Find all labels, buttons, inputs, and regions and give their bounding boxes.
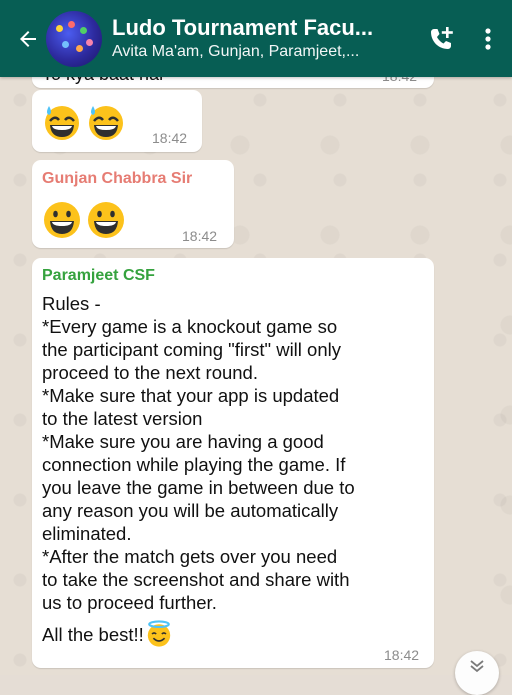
message-bubble[interactable]: Paramjeet CSF Rules - *Every game is a k… [32,258,434,668]
chat-title: Ludo Tournament Facu... [112,14,374,40]
scroll-to-bottom-button[interactable] [455,651,499,695]
closing-line: All the best!! [42,623,144,645]
message-time: 18:42 [152,130,188,146]
grinning-sweat-face-icon [45,106,79,140]
message-line: to take the screenshot and share with [42,569,350,590]
back-arrow-icon[interactable] [14,25,42,53]
message-line: the participant coming "first" will only [42,339,341,360]
message-time: 18:42 [182,228,218,244]
message-line: *Make sure you are having a good [42,431,324,452]
group-avatar[interactable] [46,10,102,67]
smiling-face-with-halo-icon [147,620,171,647]
more-vert-icon[interactable] [478,22,498,56]
message-time: 18:42 [384,647,420,663]
message-line: *Make sure that your app is updated [42,385,340,406]
sender-name[interactable]: Paramjeet CSF [42,267,155,285]
chat-header: Ludo Tournament Facu... Avita Ma'am, Gun… [0,0,512,77]
chat-participants: Avita Ma'am, Gunjan, Paramjeet,... [112,42,360,60]
chat-title-block[interactable]: Ludo Tournament Facu... Avita Ma'am, Gun… [112,15,424,63]
message-line: us to proceed further. [42,592,217,613]
message-line: to the latest version [42,408,203,429]
message-bubble[interactable]: 18:42 [32,90,202,152]
add-call-icon[interactable] [424,22,458,56]
message-line: *After the match gets over you need [42,546,338,567]
message-line: *Every game is a knockout game so [42,316,338,337]
grinning-face-icon [88,202,124,238]
grinning-face-icon [44,202,80,238]
message-line: Rules - [42,293,101,314]
message-line: proceed to the next round. [42,362,258,383]
message-line: eliminated. [42,523,132,544]
message-text: Rules - *Every game is a knockout game s… [42,292,432,648]
message-line: any reason you will be automatically [42,500,339,521]
chevron-double-down-icon [470,660,484,673]
message-bubble[interactable]: Gunjan Chabbra Sir 18:42 [32,160,234,248]
sender-name[interactable]: Gunjan Chabbra Sir [42,170,192,188]
message-line: you leave the game in between due to [42,477,355,498]
message-line: connection while playing the game. If [42,454,346,475]
grinning-sweat-face-icon [89,106,123,140]
